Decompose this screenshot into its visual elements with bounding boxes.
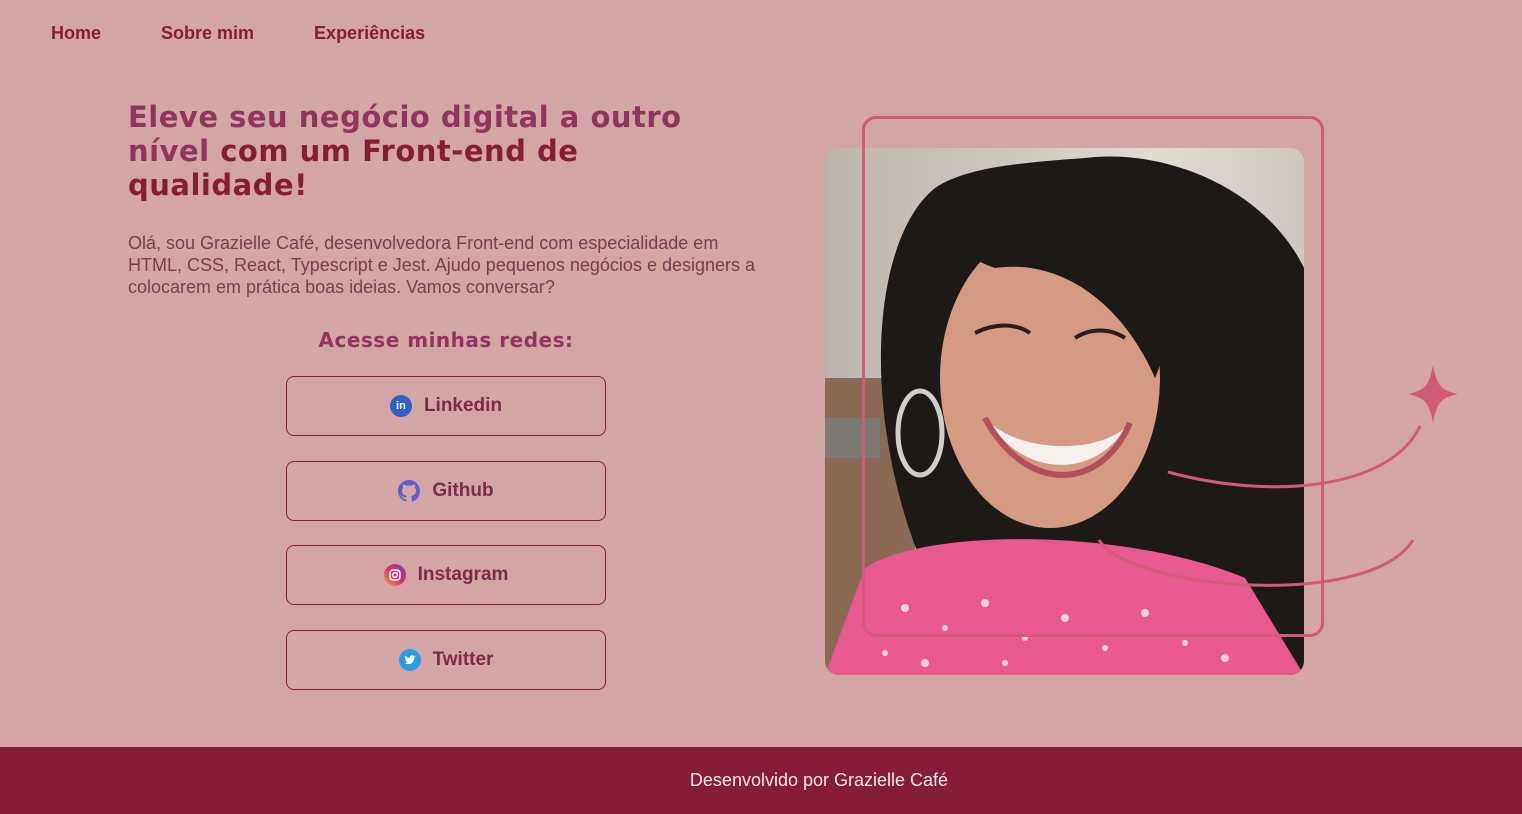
instagram-icon [383,564,406,586]
footer: Desenvolvido por Grazielle Café [0,747,1522,814]
twitter-icon [398,649,421,671]
sparkle-icon [1408,365,1458,423]
profile-photo [825,148,1304,675]
nav-home-link[interactable]: Home [51,22,101,44]
hero-intro: Olá, sou Grazielle Café, desenvolvedora … [128,233,756,297]
linkedin-icon: in [389,395,412,417]
nav-sobre-mim-link[interactable]: Sobre mim [161,22,254,44]
nav-experiencias-link[interactable]: Experiências [314,22,425,44]
twitter-label: Twitter [432,649,494,670]
linkedin-button[interactable]: in Linkedin [286,376,606,436]
instagram-button[interactable]: Instagram [286,545,606,605]
hero-headline: Eleve seu negócio digital a outro nível … [128,100,768,202]
github-icon [398,480,421,502]
twitter-button[interactable]: Twitter [286,630,606,690]
instagram-label: Instagram [417,564,509,585]
social-title: Acesse minhas redes: [318,328,574,352]
github-button[interactable]: Github [286,461,606,521]
profile-photo-illustration [825,156,1304,675]
github-label: Github [432,480,494,501]
main-nav: Home Sobre mim Experiências [51,22,425,44]
linkedin-label: Linkedin [423,395,503,416]
footer-credit: Desenvolvido por Grazielle Café [689,770,949,790]
